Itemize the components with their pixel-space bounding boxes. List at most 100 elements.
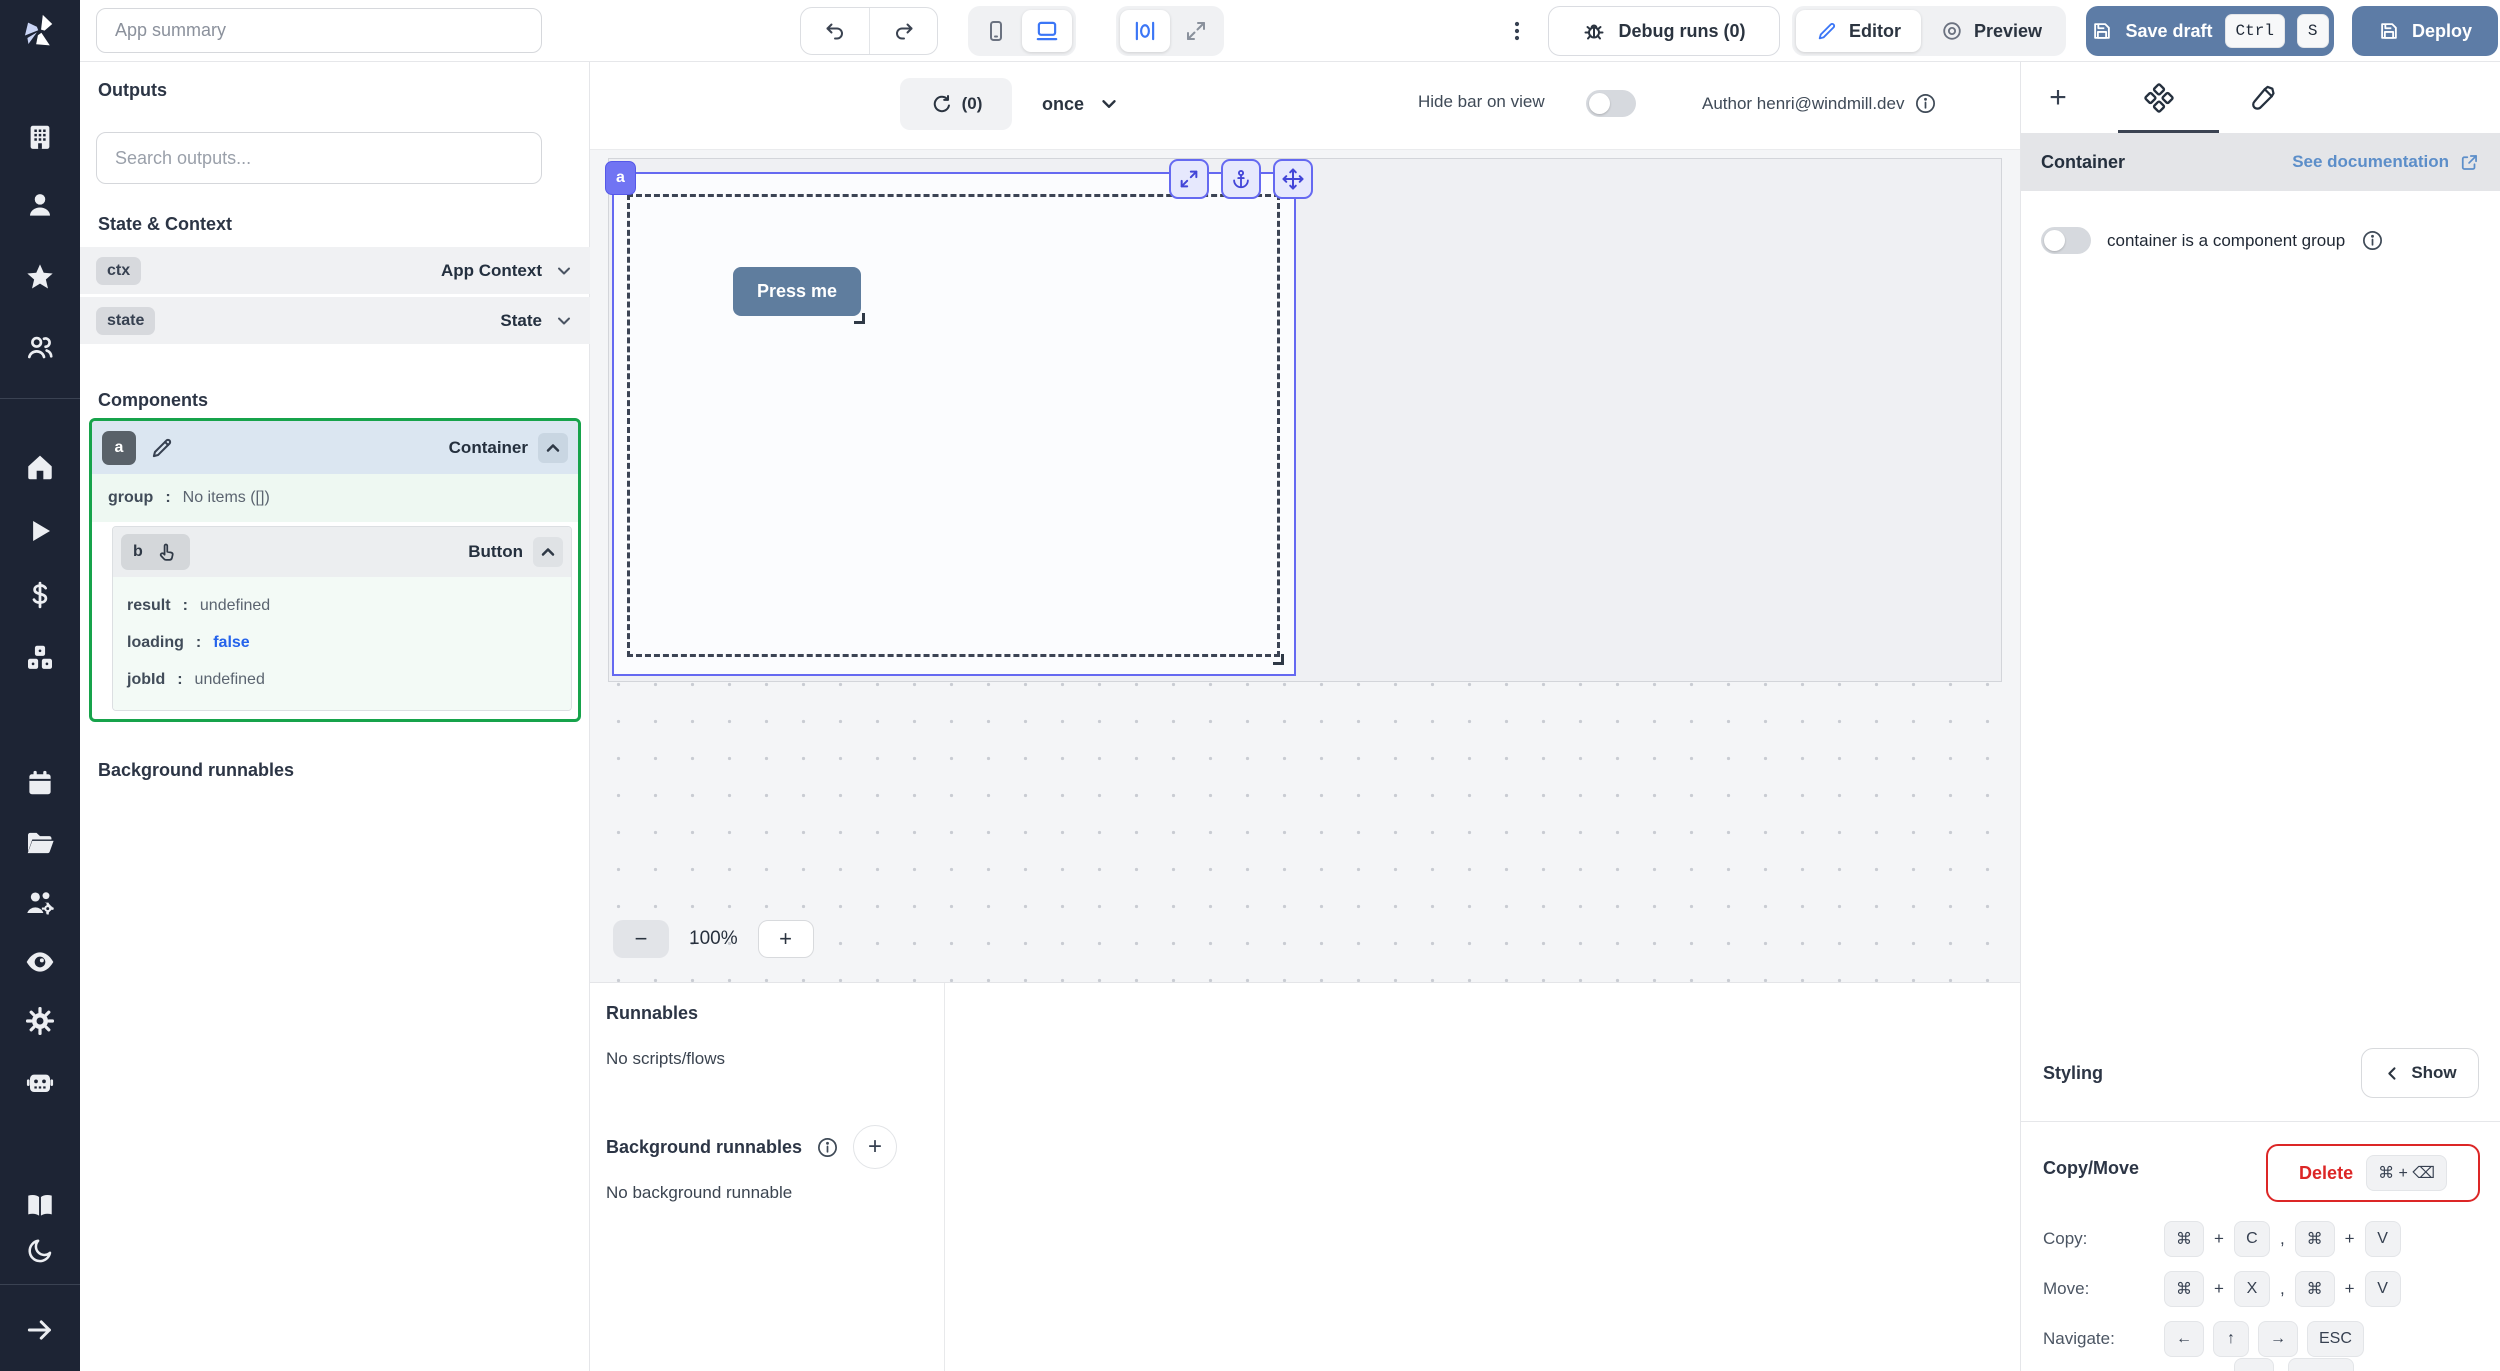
- tab-component-settings[interactable]: [2137, 76, 2181, 120]
- prop-jobid: jobId : undefined: [127, 661, 571, 698]
- component-settings-panel: + Container See documentation container …: [2020, 62, 2500, 1371]
- sidebar-item-schedules[interactable]: [24, 767, 56, 799]
- anchor-component-button[interactable]: [1221, 159, 1261, 199]
- chevron-down-icon: [554, 311, 574, 331]
- sidebar-item-settings[interactable]: [24, 1005, 56, 1037]
- sidebar-item-runs[interactable]: [24, 515, 56, 547]
- sidebar-item-favorites[interactable]: [24, 261, 56, 293]
- container-component-selected[interactable]: a Press me: [612, 172, 1296, 676]
- runnables-title: Runnables: [606, 1003, 897, 1024]
- partial-kbd: [2288, 1358, 2354, 1371]
- sidebar-item-home[interactable]: [24, 451, 56, 483]
- desktop-view-button[interactable]: [1022, 10, 1072, 52]
- windmill-logo[interactable]: [0, 0, 80, 62]
- components-title: Components: [98, 390, 208, 411]
- redo-button[interactable]: [869, 8, 937, 54]
- context-row-ctx[interactable]: ctx App Context: [80, 247, 590, 294]
- collapse-button-button[interactable]: [533, 537, 563, 567]
- outputs-title: Outputs: [98, 80, 167, 101]
- prop-loading: loading : false: [127, 624, 571, 661]
- sidebar-item-folders[interactable]: [24, 827, 56, 859]
- expand-component-button[interactable]: [1169, 159, 1209, 199]
- prop-value: No items ([]): [183, 489, 270, 507]
- sidebar-item-workspace[interactable]: [24, 121, 56, 153]
- users-gear-icon: [24, 887, 56, 919]
- outputs-panel: Outputs State & Context ctx App Context …: [80, 62, 590, 1371]
- sidebar-item-workers[interactable]: [24, 887, 56, 919]
- component-row-button-b[interactable]: b Button: [113, 527, 571, 577]
- debug-runs-label: Debug runs (0): [1618, 21, 1745, 42]
- search-outputs-input[interactable]: [96, 132, 542, 184]
- kebab-menu-icon: [1505, 19, 1529, 43]
- canvas-header: (0) once Hide bar on view Author henri@w…: [590, 62, 2020, 150]
- fullwidth-layout-button[interactable]: [1172, 10, 1220, 52]
- refresh-mode-dropdown[interactable]: once: [1042, 78, 1120, 130]
- key-c: C: [2234, 1221, 2270, 1257]
- debug-runs-button[interactable]: Debug runs (0): [1548, 6, 1780, 56]
- sidebar-item-variables[interactable]: [24, 579, 56, 611]
- info-icon[interactable]: [1914, 92, 1937, 115]
- component-group-toggle[interactable]: [2041, 227, 2091, 254]
- show-styling-button[interactable]: Show: [2361, 1048, 2479, 1098]
- anchor-icon: [1230, 168, 1252, 190]
- sidebar-item-resources[interactable]: [24, 642, 56, 674]
- see-documentation-link[interactable]: See documentation: [2292, 152, 2480, 173]
- container-resize-handle[interactable]: [1273, 654, 1284, 665]
- canvas-button-component[interactable]: Press me: [733, 267, 861, 316]
- tab-styling[interactable]: [2241, 76, 2285, 120]
- mobile-view-button[interactable]: [972, 10, 1020, 52]
- sidebar-item-audit[interactable]: [24, 946, 56, 978]
- centered-layout-icon: [1132, 18, 1158, 44]
- delete-shortcut-chip: ⌘ + ⌫: [2366, 1155, 2447, 1191]
- calendar-icon: [25, 768, 55, 798]
- move-component-button[interactable]: [1273, 159, 1313, 199]
- prop-result: result : undefined: [127, 587, 571, 624]
- undo-button[interactable]: [801, 8, 869, 54]
- prop-value: undefined: [195, 671, 265, 689]
- refresh-components-button[interactable]: (0): [900, 78, 1012, 130]
- info-icon[interactable]: [816, 1136, 839, 1159]
- tab-preview[interactable]: Preview: [1921, 10, 2062, 52]
- deploy-button[interactable]: Deploy: [2352, 6, 2498, 56]
- zoom-out-button[interactable]: −: [613, 920, 669, 958]
- folder-icon: [24, 827, 56, 859]
- tab-editor[interactable]: Editor: [1796, 10, 1921, 52]
- toggle-knob: [1589, 93, 1610, 114]
- styling-title: Styling: [2043, 1063, 2103, 1084]
- component-row-container-a[interactable]: a Container: [92, 421, 578, 474]
- delete-component-button[interactable]: Delete ⌘ + ⌫: [2266, 1144, 2480, 1202]
- prop-key: group: [108, 489, 153, 507]
- tab-insert-component[interactable]: +: [2036, 76, 2080, 120]
- more-options-button[interactable]: [1500, 14, 1534, 48]
- save-draft-button[interactable]: Save draft Ctrl S: [2086, 6, 2334, 56]
- sidebar-item-docs[interactable]: [24, 1189, 56, 1221]
- hand-pointer-icon: [155, 541, 178, 564]
- prop-separator: :: [165, 489, 170, 507]
- add-background-runnable-button[interactable]: +: [853, 1125, 897, 1169]
- copy-move-title: Copy/Move: [2043, 1158, 2139, 1179]
- component-group-label: container is a component group: [2107, 231, 2345, 251]
- button-resize-handle[interactable]: [854, 313, 865, 324]
- container-id-tag[interactable]: a: [605, 161, 636, 195]
- dark-mode-toggle[interactable]: [24, 1235, 56, 1267]
- centered-layout-button[interactable]: [1120, 10, 1170, 52]
- component-group-setting: container is a component group: [2021, 191, 2500, 254]
- collapse-container-button[interactable]: [538, 433, 568, 463]
- move-icon: [1281, 167, 1305, 191]
- sidebar-item-groups[interactable]: [24, 331, 56, 363]
- info-icon[interactable]: [2361, 229, 2384, 252]
- panel-divider: [944, 983, 945, 1371]
- background-runnables-heading: Background runnables: [606, 1137, 802, 1158]
- state-type-label: State: [500, 311, 542, 331]
- context-row-state[interactable]: state State: [80, 297, 590, 344]
- zoom-in-button[interactable]: +: [758, 920, 814, 958]
- container-drop-zone[interactable]: [627, 194, 1280, 657]
- expand-sidebar-button[interactable]: [24, 1314, 56, 1346]
- hide-bar-toggle[interactable]: [1586, 90, 1636, 117]
- sidebar-item-ai[interactable]: [24, 1066, 56, 1098]
- app-surface[interactable]: a Press me: [608, 158, 2002, 682]
- pencil-icon: [1816, 20, 1838, 42]
- app-summary-input[interactable]: [96, 8, 542, 53]
- prop-separator: :: [177, 671, 182, 689]
- sidebar-item-user[interactable]: [24, 189, 56, 221]
